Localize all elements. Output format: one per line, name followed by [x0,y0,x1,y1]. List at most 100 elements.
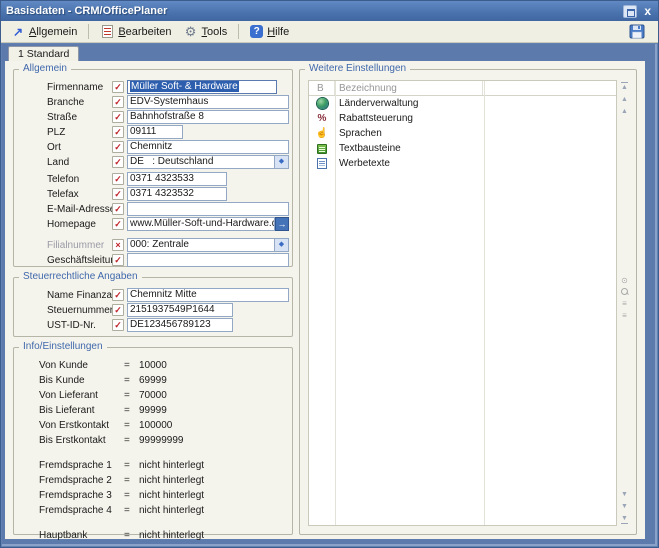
scroll-pagedown-icon[interactable]: ▼ [621,490,628,499]
field-telefon: Telefon ✓ 0371 4323533 [14,172,292,187]
tab-standard[interactable]: 1 Standard [8,46,79,61]
group-title: Info/Einstellungen [19,341,107,352]
edit-check-icon[interactable]: ✓ [112,111,124,123]
menu-bearbeiten[interactable]: Bearbeiten [96,23,175,41]
edit-check-icon[interactable]: ✓ [112,319,124,331]
edit-check-icon[interactable]: ✓ [112,188,124,200]
scroll-pageup-icon[interactable]: ▲ [621,107,628,116]
sort-desc-icon[interactable] [622,311,627,320]
info-row: Bis Kunde = 69999 [14,373,292,388]
edit-note-icon [102,25,113,38]
plz-input[interactable]: 09111 [127,125,183,139]
edit-check-icon[interactable]: ✓ [112,81,124,93]
field-finanzamt: Name Finanzamt ✓ Chemnitz Mitte [14,288,292,303]
info-value: 100000 [139,420,172,431]
edit-check-icon[interactable]: ✓ [112,173,124,185]
info-row: Von Kunde = 10000 [14,358,292,373]
edit-check-icon[interactable]: ✓ [112,203,124,215]
chevron-down-icon[interactable] [275,155,289,169]
field-plz: PLZ ✓ 09111 [14,125,292,140]
geschaeftsleitung-input[interactable] [127,253,289,267]
window-title: Basisdaten - CRM/OfficePlaner [6,5,167,17]
menu-allgemein[interactable]: Allgemein [7,23,81,41]
arrow-up-right-icon [11,25,25,39]
scroll-down-icon[interactable]: ▼ [621,502,628,511]
telefax-input[interactable]: 0371 4323532 [127,187,227,201]
field-branche: Branche ✓ EDV-Systemhaus [14,95,292,110]
gear-icon [184,25,198,39]
tab-content: Allgemein Firmenname ✓ Müller Soft- & Ha… [5,61,645,539]
scroll-first-icon[interactable]: ▲ [621,82,628,92]
menu-separator [88,24,89,39]
list-item-laenderverwaltung[interactable]: Länderverwaltung [309,96,616,111]
strasse-input[interactable]: Bahnhofstraße 8 [127,110,289,124]
field-strasse: Straße ✓ Bahnhofstraße 8 [14,110,292,125]
info-value: 99999999 [139,435,184,446]
info-row: Bis Lieferant = 99999 [14,403,292,418]
edit-check-icon[interactable]: ✓ [112,126,124,138]
menubar: Allgemein Bearbeiten Tools Hilfe [1,21,658,43]
scroll-up-icon[interactable]: ▲ [621,95,628,104]
app-window: Basisdaten - CRM/OfficePlaner x Allgemei… [0,0,659,548]
menu-label: Bearbeiten [118,26,171,38]
pin-icon[interactable] [621,276,628,285]
save-icon [629,24,645,39]
search-icon[interactable] [621,288,629,296]
field-firmenname: Firmenname ✓ Müller Soft- & Hardware [14,80,292,95]
land-combobox[interactable]: DE : Deutschland [127,155,275,169]
menu-tools[interactable]: Tools [180,23,232,41]
hand-sign-icon [317,128,328,139]
open-url-icon[interactable] [275,217,289,231]
close-icon[interactable]: x [642,5,653,17]
homepage-input[interactable]: www.Müller-Soft-und-Hardware.de [127,217,275,231]
info-row: Bis Erstkontakt = 99999999 [14,433,292,448]
finanzamt-input[interactable]: Chemnitz Mitte [127,288,289,302]
group-weitere-einstellungen: Weitere Einstellungen B Bezeichnung Länd… [299,69,637,535]
field-filialnummer: Filialnummer × 000: Zentrale [14,238,292,253]
titlebar: Basisdaten - CRM/OfficePlaner x [1,1,658,21]
ort-input[interactable]: Chemnitz [127,140,289,154]
info-value: 99999 [139,405,167,416]
column-header-b[interactable]: B [309,81,335,95]
column-header-bezeichnung[interactable]: Bezeichnung [335,81,483,95]
sort-asc-icon[interactable] [622,299,627,308]
scroll-last-icon[interactable]: ▼ [621,514,628,524]
edit-check-icon[interactable]: ✓ [112,218,124,230]
globe-icon [317,98,328,109]
edit-cross-icon[interactable]: × [112,239,124,251]
edit-check-icon[interactable]: ✓ [112,254,124,266]
edit-check-icon[interactable]: ✓ [112,156,124,168]
tab-frame: 1 Standard Allgemein Firmenname ✓ Müller… [2,44,657,546]
info-value: 10000 [139,360,167,371]
save-button[interactable] [628,23,646,40]
list-item-sprachen[interactable]: Sprachen [309,126,616,141]
field-ustid: UST-ID-Nr. ✓ DE123456789123 [14,318,292,333]
field-homepage: Homepage ✓ www.Müller-Soft-und-Hardware.… [14,217,292,232]
list-header: B Bezeichnung [309,81,616,96]
filialnummer-combobox[interactable]: 000: Zentrale [127,238,275,252]
list-item-werbetexte[interactable]: Werbetexte [309,156,616,171]
chevron-down-icon[interactable] [275,238,289,252]
field-telefax: Telefax ✓ 0371 4323532 [14,187,292,202]
edit-check-icon[interactable]: ✓ [112,96,124,108]
restore-window-icon[interactable] [623,5,637,18]
edit-check-icon[interactable]: ✓ [112,141,124,153]
edit-check-icon[interactable]: ✓ [112,289,124,301]
menu-hilfe[interactable]: Hilfe [246,23,293,40]
text-blocks-icon [317,144,327,154]
branche-input[interactable]: EDV-Systemhaus [127,95,289,109]
list-nav-gutter: ▲ ▲ ▲ ▼ ▼ ▼ [617,80,632,526]
settings-list: B Bezeichnung Länderverwaltung Rabattste… [308,80,617,526]
telefon-input[interactable]: 0371 4323533 [127,172,227,186]
field-ort: Ort ✓ Chemnitz [14,140,292,155]
menu-separator [238,24,239,39]
field-geschaeftsleitung: Geschäftsleitung ✓ [14,253,292,268]
edit-check-icon[interactable]: ✓ [112,304,124,316]
steuernummer-input[interactable]: 2151937549P1644 [127,303,233,317]
ustid-input[interactable]: DE123456789123 [127,318,233,332]
firmenname-input[interactable]: Müller Soft- & Hardware [127,80,277,94]
list-item-rabattsteuerung[interactable]: Rabattsteuerung [309,111,616,126]
list-item-textbausteine[interactable]: Textbausteine [309,141,616,156]
info-value: nicht hinterlegt [139,505,204,516]
email-input[interactable] [127,202,289,216]
